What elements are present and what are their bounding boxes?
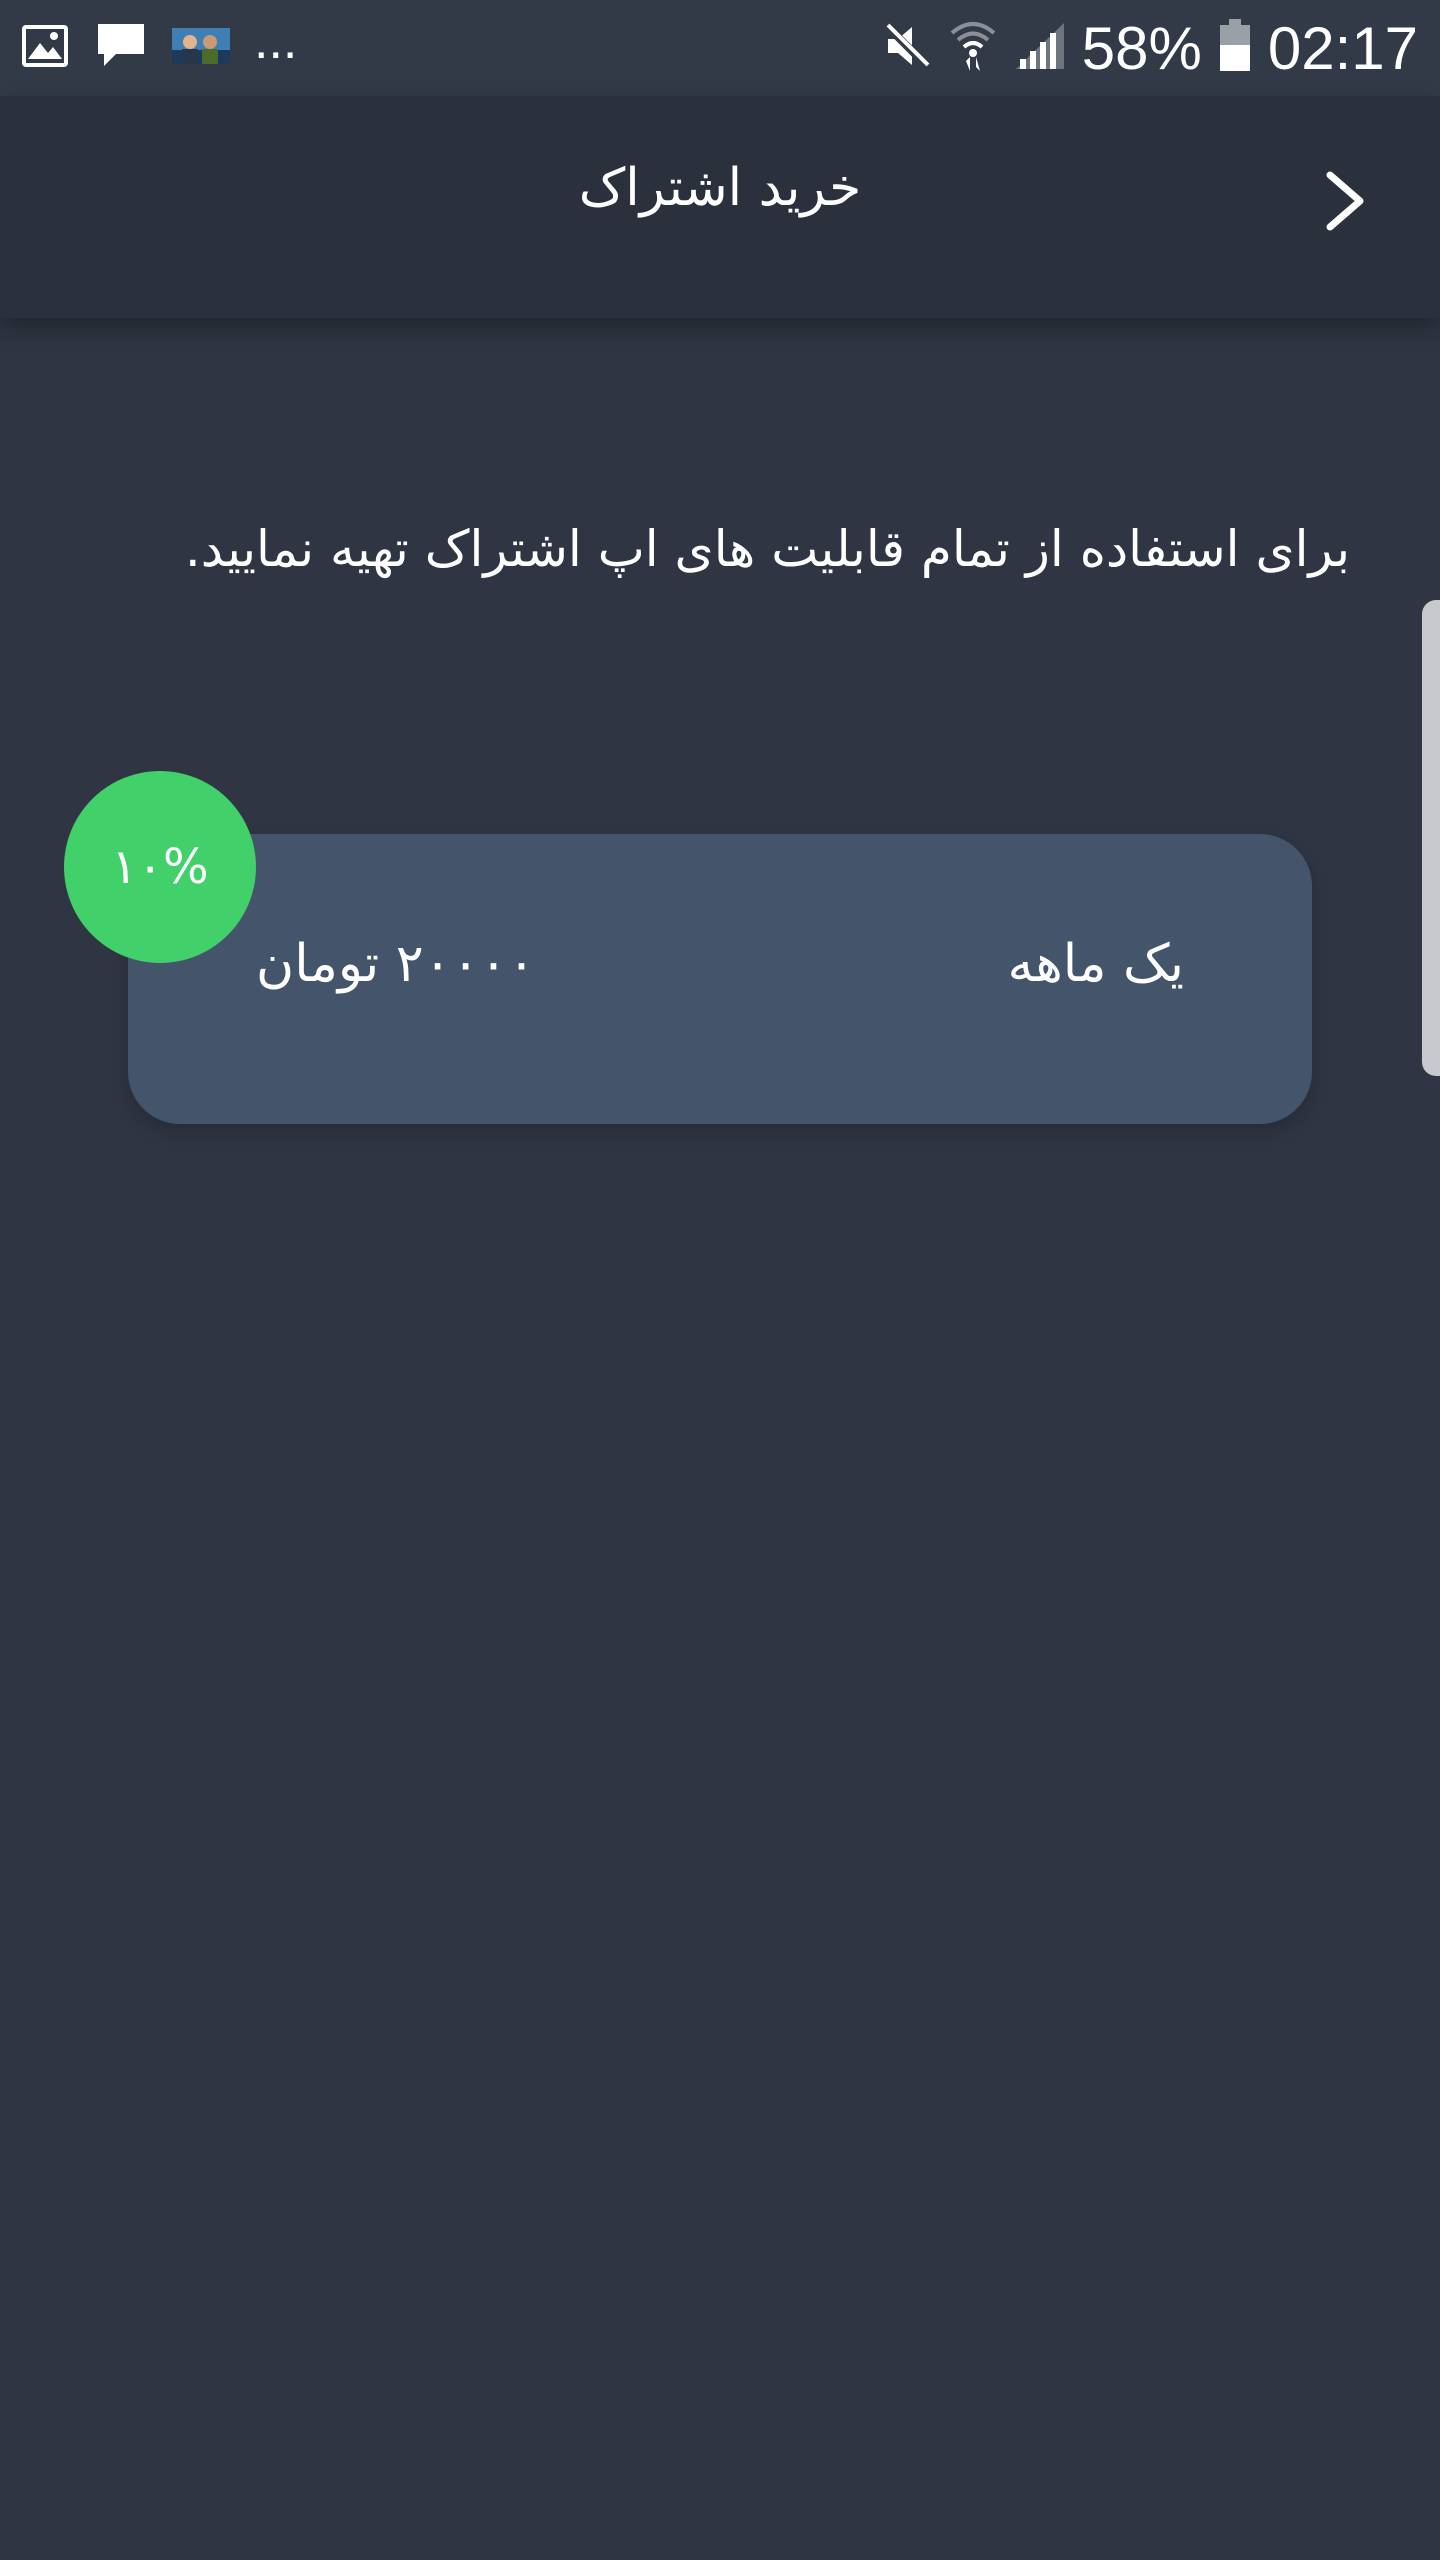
back-button[interactable] (1310, 166, 1380, 236)
message-icon (94, 20, 148, 76)
battery-percent: 58% (1081, 14, 1202, 82)
chevron-right-icon (1326, 171, 1364, 231)
plan-card-monthly[interactable]: یک ماهه ۲۰۰۰۰ تومان (128, 834, 1312, 1124)
battery-icon (1218, 19, 1252, 77)
signal-icon (1014, 21, 1066, 75)
clock: 02:17 (1267, 14, 1418, 82)
notification-icons: ... (20, 15, 321, 76)
plan-price: ۲۰۰۰۰ تومان (256, 934, 536, 994)
discount-badge: ۱۰% (64, 771, 256, 963)
mute-icon (882, 21, 932, 75)
wifi-icon (948, 19, 998, 77)
app-thumbnail-icon (172, 28, 230, 68)
status-bar: ... 58% 02:17 (0, 0, 1440, 96)
subscription-intro-text: برای استفاده از تمام قابلیت های اپ اشترا… (184, 520, 1350, 578)
gallery-icon (20, 23, 70, 73)
plan-duration: یک ماهه (1007, 934, 1184, 994)
app-bar: خرید اشتراک (0, 96, 1440, 318)
page-title: خرید اشتراک (578, 158, 862, 218)
edge-panel-handle[interactable] (1422, 600, 1440, 1076)
more-notifications: ... (254, 12, 298, 70)
system-icons: 58% 02:17 (866, 14, 1418, 83)
